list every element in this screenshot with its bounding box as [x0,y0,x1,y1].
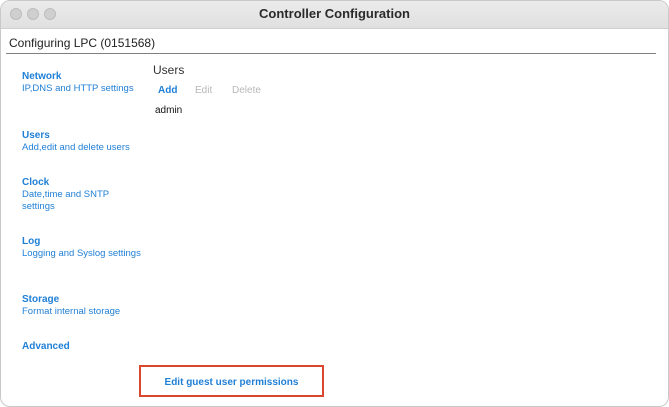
guest-permissions-highlight: Edit guest user permissions [139,365,324,397]
sidebar-item-title: Users [22,130,50,141]
sidebar-item-title: Storage [22,294,60,305]
sidebar-item-clock[interactable]: Clock Date,time and SNTP settings [22,177,147,212]
sidebar-item-advanced[interactable]: Advanced [22,341,147,353]
configuring-controller-label: Configuring LPC (0151568) [9,36,156,50]
delete-user-button[interactable]: Delete [232,85,261,96]
sidebar-item-desc: Date,time and SNTP settings [22,189,109,212]
header-divider [6,53,656,54]
sidebar-item-storage[interactable]: Storage Format internal storage [22,294,147,318]
window-title: Controller Configuration [259,6,410,21]
edit-guest-permissions-link[interactable]: Edit guest user permissions [141,377,322,388]
sidebar-item-users[interactable]: Users Add,edit and delete users [22,130,147,154]
sidebar-item-desc: IP,DNS and HTTP settings [22,83,134,94]
sidebar-item-log[interactable]: Log Logging and Syslog settings [22,236,147,260]
sidebar-item-title: Network [22,71,62,82]
add-user-button[interactable]: Add [158,85,177,96]
users-heading: Users [153,63,185,77]
title-bar: Controller Configuration [1,1,668,29]
sidebar-item-desc: Logging and Syslog settings [22,248,141,259]
sidebar-item-desc: Add,edit and delete users [22,142,130,153]
sidebar-item-title: Log [22,236,41,247]
edit-user-button[interactable]: Edit [195,85,212,96]
sidebar-item-title: Clock [22,177,50,188]
configuration-window: Controller Configuration Configuring LPC… [0,0,669,407]
sidebar-item-desc: Format internal storage [22,306,121,317]
sidebar-item-network[interactable]: Network IP,DNS and HTTP settings [22,71,147,95]
user-list-item-admin[interactable]: admin [155,105,182,116]
sidebar-item-title: Advanced [22,341,70,352]
